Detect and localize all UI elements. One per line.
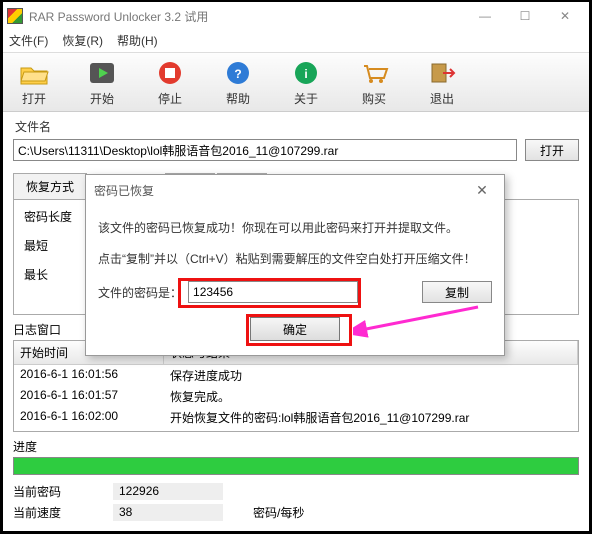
help-icon: ? (222, 57, 254, 88)
help-button[interactable]: ? 帮助 (215, 57, 261, 107)
current-speed-label: 当前速度 (13, 504, 83, 521)
about-button[interactable]: i 关于 (283, 57, 329, 107)
file-section: 文件名 打开 (3, 112, 589, 165)
exit-icon (426, 57, 458, 88)
minimize-button[interactable]: — (465, 4, 505, 28)
min-label: 最短 (24, 237, 84, 254)
start-label: 开始 (90, 90, 114, 107)
log-row: 2016-6-1 16:01:56保存进度成功 (14, 365, 578, 386)
dialog-line2: 点击“复制”并以（Ctrl+V）粘贴到需要解压的文件空白处打开压缩文件！ (98, 250, 492, 267)
menu-recover[interactable]: 恢复(R) (62, 32, 103, 50)
app-icon (7, 8, 23, 24)
menubar: 文件(F) 恢复(R) 帮助(H) (3, 30, 589, 52)
progress-label: 进度 (13, 438, 579, 455)
dialog-line1: 该文件的密码已恢复成功！你现在可以用此密码来打开并提取文件。 (98, 219, 492, 236)
about-label: 关于 (294, 90, 318, 107)
current-pw-label: 当前密码 (13, 483, 83, 500)
exit-label: 退出 (430, 90, 454, 107)
svg-text:i: i (304, 67, 307, 81)
open-label: 打开 (22, 90, 46, 107)
copy-button[interactable]: 复制 (422, 281, 492, 303)
help-label: 帮助 (226, 90, 250, 107)
progress-fill (14, 458, 578, 474)
cart-icon (358, 57, 390, 88)
password-label: 文件的密码是： (98, 284, 182, 301)
progress-bar (13, 457, 579, 475)
info-icon: i (290, 57, 322, 88)
svg-text:?: ? (234, 67, 241, 81)
play-icon (86, 57, 118, 88)
open-button[interactable]: 打开 (11, 57, 57, 107)
ok-button[interactable]: 确定 (250, 317, 340, 341)
log-row: 2016-6-1 16:02:00开始恢复文件的密码:lol韩服语音包2016_… (14, 407, 578, 428)
max-label: 最长 (24, 266, 84, 283)
maximize-button[interactable]: ☐ (505, 4, 545, 28)
filename-label: 文件名 (15, 118, 579, 135)
stop-icon (154, 57, 186, 88)
menu-help[interactable]: 帮助(H) (117, 32, 158, 50)
folder-open-icon (18, 57, 50, 88)
titlebar: RAR Password Unlocker 3.2 试用 — ☐ ✕ (3, 2, 589, 30)
stop-button[interactable]: 停止 (147, 57, 193, 107)
file-open-button[interactable]: 打开 (525, 139, 579, 161)
speed-unit: 密码/每秒 (253, 504, 304, 521)
tab-mode[interactable]: 恢复方式 (13, 173, 87, 199)
log-row: 2016-6-1 16:03:12恢复密码是：123456 (14, 428, 578, 432)
toolbar: 打开 开始 停止 ? 帮助 i 关于 购买 退出 (3, 52, 589, 112)
progress-section: 进度 当前密码 122926 当前速度 38 密码/每秒 (13, 438, 579, 523)
dialog-title: 密码已恢复 (94, 182, 468, 199)
exit-button[interactable]: 退出 (419, 57, 465, 107)
close-button[interactable]: ✕ (545, 4, 585, 28)
stop-label: 停止 (158, 90, 182, 107)
menu-file[interactable]: 文件(F) (9, 32, 48, 50)
buy-label: 购买 (362, 90, 386, 107)
window-title: RAR Password Unlocker 3.2 试用 (29, 8, 465, 25)
buy-button[interactable]: 购买 (351, 57, 397, 107)
filepath-input[interactable] (13, 139, 517, 161)
pw-length-label: 密码长度 (24, 208, 84, 225)
password-field[interactable] (188, 281, 358, 303)
dialog-close-button[interactable]: ✕ (468, 182, 496, 199)
current-pw-value: 122926 (113, 483, 223, 500)
password-recovered-dialog: 密码已恢复 ✕ 该文件的密码已恢复成功！你现在可以用此密码来打开并提取文件。 点… (85, 174, 505, 356)
current-speed-value: 38 (113, 504, 223, 521)
dialog-titlebar: 密码已恢复 ✕ (86, 175, 504, 205)
start-button[interactable]: 开始 (79, 57, 125, 107)
log-row: 2016-6-1 16:01:57恢复完成。 (14, 386, 578, 407)
